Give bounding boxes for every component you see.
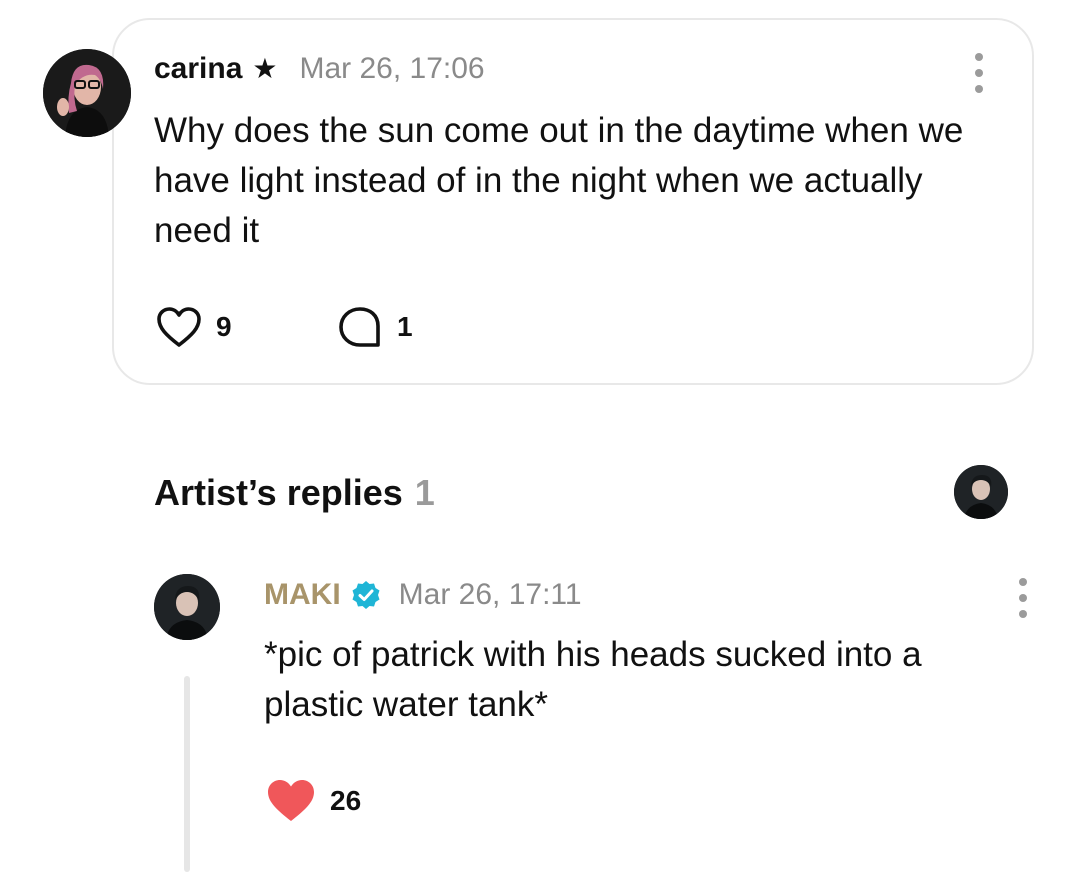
user-avatar[interactable]	[43, 49, 131, 137]
like-button[interactable]: 9	[156, 306, 232, 348]
comment-count: 1	[397, 311, 413, 342]
replies-title: Artist’s replies	[154, 472, 403, 513]
reply-timestamp: Mar 26, 17:11	[398, 578, 582, 611]
post-timestamp: Mar 26, 17:06	[299, 52, 485, 85]
reply-like-button[interactable]: 26	[266, 778, 361, 824]
verified-badge-icon	[352, 581, 380, 609]
artist-replies-header: Artist’s replies 1	[154, 472, 435, 514]
reply-avatar[interactable]	[154, 574, 220, 640]
comment-button[interactable]: 1	[337, 306, 413, 348]
reply-more-options-icon[interactable]	[1016, 578, 1030, 618]
star-icon: ★	[252, 53, 278, 84]
like-count: 9	[216, 311, 232, 342]
heart-outline-icon	[157, 307, 201, 347]
comment-bubble-icon	[339, 307, 380, 347]
comment-thread: carina ★ Mar 26, 17:06 Why does the sun …	[0, 0, 1080, 872]
reply-username[interactable]: MAKI	[264, 578, 341, 612]
more-options-icon[interactable]	[972, 53, 986, 93]
reply-text: *pic of patrick with his heads sucked in…	[264, 635, 922, 724]
thread-line	[184, 676, 190, 872]
reply-header: MAKI Mar 26, 17:11	[264, 578, 582, 612]
reply-like-count: 26	[330, 785, 362, 816]
heart-filled-icon	[268, 780, 314, 821]
post-header: carina ★ Mar 26, 17:06	[154, 52, 485, 86]
post-text: Why does the sun come out in the daytime…	[154, 111, 964, 250]
artist-avatar[interactable]	[954, 465, 1008, 519]
replies-count: 1	[414, 472, 435, 513]
username[interactable]: carina	[154, 52, 242, 86]
